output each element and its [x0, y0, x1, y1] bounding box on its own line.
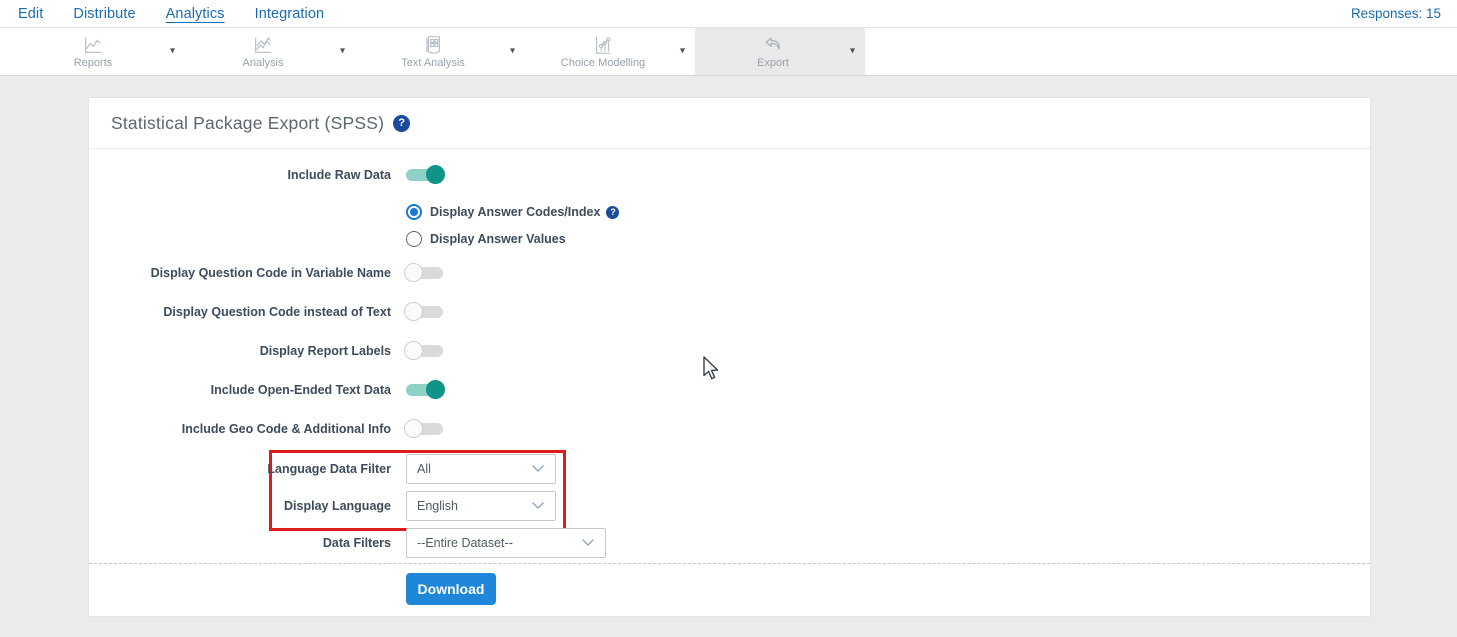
form-row: Include Raw Data: [89, 161, 1370, 189]
toolbar-item-reports[interactable]: Reports ▾: [15, 28, 185, 75]
field-label: Display Report Labels: [89, 344, 391, 358]
question-code-text-toggle[interactable]: [406, 303, 443, 321]
spss-export-panel: Statistical Package Export (SPSS) ? Incl…: [88, 97, 1371, 617]
question-code-variable-toggle[interactable]: [406, 264, 443, 282]
toolbar-item-label: Analysis: [243, 57, 284, 69]
form-row: Display Question Code instead of Text: [89, 298, 1370, 326]
answer-values-radio[interactable]: [406, 231, 422, 247]
toolbar-item-label: Export: [757, 57, 789, 69]
field-label: Language Data Filter: [89, 462, 391, 476]
field-label: Display Question Code instead of Text: [89, 305, 391, 319]
form-row: Display Question Code in Variable Name: [89, 259, 1370, 287]
chevron-down-icon[interactable]: ▾: [680, 46, 685, 56]
toolbar-item-label: Text Analysis: [401, 57, 465, 69]
data-filters-select[interactable]: --Entire Dataset--: [406, 528, 606, 558]
field-label: Include Geo Code & Additional Info: [89, 422, 391, 436]
chevron-down-icon[interactable]: ▾: [510, 46, 515, 56]
chevron-down-icon: [531, 460, 545, 478]
form-row: Display Report Labels: [89, 337, 1370, 365]
toolbar-item-text-analysis[interactable]: Text Analysis ▾: [355, 28, 525, 75]
section-divider: [89, 563, 1370, 564]
toggle-knob: [404, 263, 423, 282]
toggle-knob: [404, 419, 423, 438]
line-chart-icon: [82, 34, 104, 56]
nav-tab-integration[interactable]: Integration: [255, 6, 325, 22]
toolbar-item-analysis[interactable]: Analysis ▾: [185, 28, 355, 75]
form-row: Data Filters --Entire Dataset--: [89, 528, 1370, 558]
field-label: Display Language: [89, 499, 391, 513]
field-label: Display Question Code in Variable Name: [89, 266, 391, 280]
responses-count[interactable]: Responses: 15: [1351, 6, 1441, 21]
export-options-form: Include Raw Data Display Answer Codes/In…: [89, 149, 1370, 617]
help-icon[interactable]: ?: [606, 206, 619, 219]
analytics-toolbar: Reports ▾ Analysis ▾ Text A: [0, 28, 1457, 76]
chevron-down-icon[interactable]: ▾: [850, 46, 855, 56]
page-title: Statistical Package Export (SPSS): [111, 113, 384, 134]
form-row: Include Geo Code & Additional Info: [89, 415, 1370, 443]
toolbar-item-label: Choice Modelling: [561, 57, 645, 69]
select-value: --Entire Dataset--: [417, 536, 513, 550]
select-value: English: [417, 499, 458, 513]
nav-tab-analytics[interactable]: Analytics: [166, 6, 225, 22]
toolbar-item-label: Reports: [74, 57, 113, 69]
display-language-select[interactable]: English: [406, 491, 556, 521]
nav-tabs: Edit Distribute Analytics Integration: [18, 6, 324, 22]
select-value: All: [417, 462, 431, 476]
geo-code-toggle[interactable]: [406, 420, 443, 438]
toggle-knob: [426, 165, 445, 184]
radio-label: Display Answer Codes/Index: [430, 205, 600, 219]
toggle-knob: [404, 302, 423, 321]
form-row: Display Answer Codes/Index ?: [89, 201, 1370, 223]
chevron-down-icon[interactable]: ▾: [170, 46, 175, 56]
toolbar-item-choice-modelling[interactable]: Choice Modelling ▾: [525, 28, 695, 75]
help-icon[interactable]: ?: [393, 115, 410, 132]
chevron-down-icon: [581, 534, 595, 552]
include-raw-data-toggle[interactable]: [406, 166, 443, 184]
answer-codes-radio[interactable]: [406, 204, 422, 220]
toggle-knob: [426, 380, 445, 399]
panel-header: Statistical Package Export (SPSS) ?: [89, 98, 1370, 149]
toggle-knob: [404, 341, 423, 360]
field-label: Include Open-Ended Text Data: [89, 383, 391, 397]
report-labels-toggle[interactable]: [406, 342, 443, 360]
chevron-down-icon: [531, 497, 545, 515]
export-arrow-icon: [762, 34, 784, 56]
form-row: Include Open-Ended Text Data: [89, 376, 1370, 404]
main-content: Statistical Package Export (SPSS) ? Incl…: [0, 76, 1457, 617]
toolbar-item-export[interactable]: Export ▾: [695, 28, 865, 75]
field-label: Data Filters: [89, 536, 391, 550]
top-navigation: Edit Distribute Analytics Integration Re…: [0, 0, 1457, 28]
multi-line-chart-icon: [252, 34, 274, 56]
nav-tab-edit[interactable]: Edit: [18, 6, 43, 22]
language-data-filter-select[interactable]: All: [406, 454, 556, 484]
field-label: Include Raw Data: [89, 168, 391, 182]
scatter-chart-icon: [592, 34, 614, 56]
download-button[interactable]: Download: [406, 573, 496, 605]
form-row: Language Data Filter All: [89, 454, 1370, 484]
chevron-down-icon[interactable]: ▾: [340, 46, 345, 56]
nav-tab-distribute[interactable]: Distribute: [73, 6, 135, 22]
open-ended-text-toggle[interactable]: [406, 381, 443, 399]
form-row: Display Language English: [89, 491, 1370, 521]
document-grid-icon: [422, 34, 444, 56]
radio-label: Display Answer Values: [430, 232, 566, 246]
form-row: Display Answer Values: [89, 228, 1370, 250]
